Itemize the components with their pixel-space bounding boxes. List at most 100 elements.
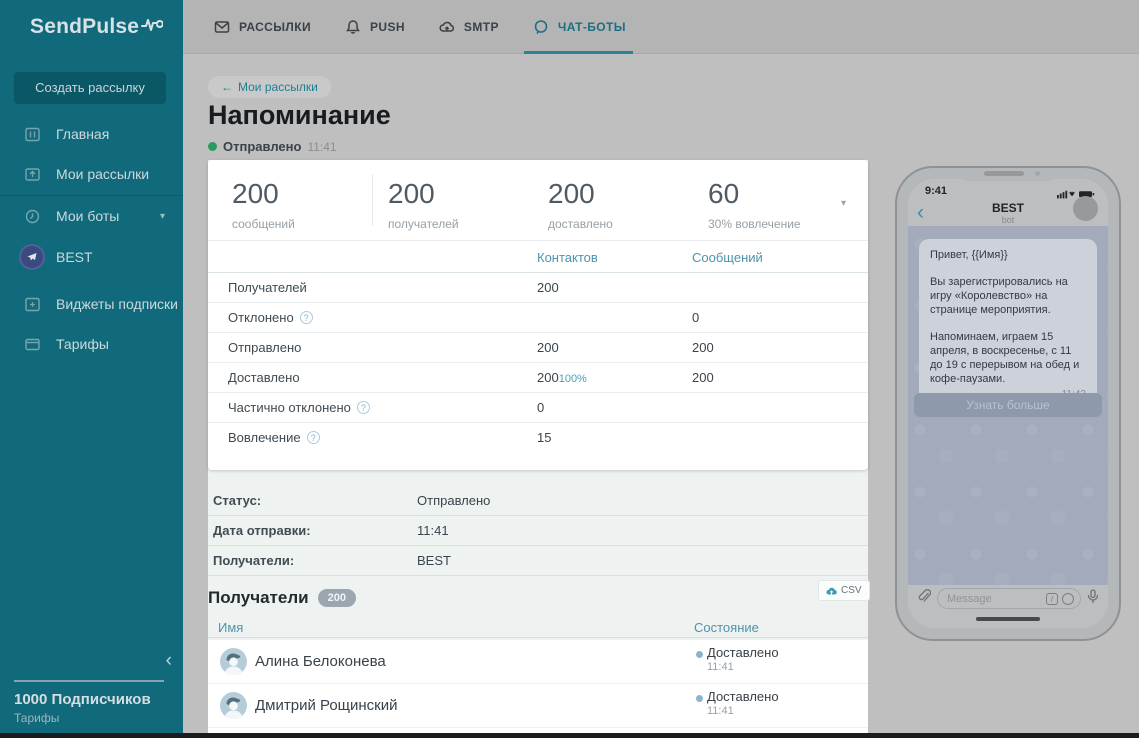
delivery-percent: 100%	[559, 373, 587, 385]
stat-label: получателей	[388, 217, 538, 231]
sidebar-item-label: Мои рассылки	[56, 166, 149, 182]
detail-value: BEST	[417, 546, 451, 576]
paperclip-icon	[917, 589, 931, 609]
detail-label: Статус:	[213, 486, 261, 516]
detail-label: Получатели:	[213, 546, 294, 576]
bottom-edge-bar	[0, 733, 1139, 738]
sidebar-collapse-icon[interactable]: ‹	[166, 650, 172, 672]
recipient-row[interactable]: Дмитрий Рощинский Доставлено 11:41	[208, 684, 868, 727]
help-icon[interactable]: ?	[307, 431, 320, 444]
avatar	[220, 648, 247, 675]
logo-text: SendPulse	[30, 15, 139, 39]
campaign-details: Статус: Отправлено Дата отправки: 11:41 …	[208, 470, 868, 576]
cloud-upload-icon	[826, 586, 837, 596]
message-paragraph: Вы зарегистрировались на игру «Королевст…	[930, 275, 1086, 317]
stat-value: 200	[232, 178, 382, 210]
detail-value: Отправлено	[417, 486, 490, 516]
status-dot-icon	[208, 142, 217, 151]
sidebar-item-my-bots[interactable]: Мои боты ▾	[0, 196, 183, 236]
recipient-row[interactable]: Алина Белоконева Доставлено 11:41	[208, 640, 868, 683]
sidebar-item-my-campaigns[interactable]: Мои рассылки	[0, 154, 183, 194]
tab-chatbots[interactable]: ЧАТ-БОТЫ	[533, 0, 626, 53]
message-paragraph: Напоминаем, играем 15 апреля, в воскресе…	[930, 330, 1086, 386]
camera-icon	[1035, 171, 1040, 176]
stat-messages: 200 сообщений	[232, 178, 382, 231]
pulse-icon	[139, 15, 163, 39]
bot-commands-icon: /	[1046, 593, 1058, 605]
tab-label: РАССЫЛКИ	[239, 20, 311, 34]
sidebar-item-label: Мои боты	[56, 208, 119, 224]
stat-engagement: 60 30% вовлечение	[708, 178, 858, 231]
help-icon[interactable]: ?	[357, 401, 370, 414]
breadcrumb-label: Мои рассылки	[238, 80, 318, 94]
sidebar-item-subscription-widgets[interactable]: Виджеты подписки	[0, 284, 183, 324]
detail-row: Дата отправки: 11:41	[208, 516, 868, 546]
row-label: Получателей	[228, 273, 307, 303]
stats-card: 200 сообщений 200 получателей 200 достав…	[208, 160, 868, 470]
recipients-title: Получатели	[208, 588, 309, 608]
recipients-count-badge: 200	[318, 589, 356, 607]
column-state: Состояние	[694, 620, 759, 635]
chat-bubble-icon	[533, 19, 549, 35]
page-title: Напоминание	[208, 100, 391, 131]
sendpulse-logo[interactable]: SendPulse	[0, 0, 183, 54]
top-navigation: РАССЫЛКИ PUSH SMTP ЧАТ-БОТЫ	[183, 0, 1139, 54]
sidebar-item-label: Виджеты подписки	[56, 296, 178, 312]
recipient-status: Доставлено	[707, 689, 779, 704]
sidebar-item-pricing[interactable]: Тарифы	[0, 324, 183, 364]
delivered-dot-icon	[696, 695, 703, 702]
row-label: Отклонено?	[228, 303, 313, 333]
sidebar-item-label: Тарифы	[56, 336, 109, 352]
tab-push[interactable]: PUSH	[345, 0, 405, 53]
table-row: Отправлено 200 200	[208, 333, 868, 363]
campaigns-icon	[24, 166, 41, 183]
bot-avatar	[21, 246, 43, 268]
chat-message-bubble: Привет, {{Имя}} Вы зарегистрировались на…	[919, 239, 1097, 408]
stat-label: 30% вовлечение	[708, 217, 858, 231]
sidebar-item-home[interactable]: Главная	[0, 114, 183, 154]
recipient-name: Алина Белоконева	[255, 640, 386, 683]
learn-more-button: Узнать больше	[914, 393, 1102, 417]
stats-dropdown-icon[interactable]: ▾	[841, 198, 846, 209]
stat-label: доставлено	[548, 217, 698, 231]
pricing-link[interactable]: Тарифы	[14, 711, 59, 725]
stats-table-header: Контактов Сообщений	[208, 241, 868, 273]
tab-smtp[interactable]: SMTP	[439, 0, 499, 53]
tab-campaigns[interactable]: РАССЫЛКИ	[214, 0, 311, 53]
table-row: Отклонено? 0	[208, 303, 868, 333]
delivered-dot-icon	[696, 651, 703, 658]
row-label: Отправлено	[228, 333, 301, 363]
breadcrumb[interactable]: ←Мои рассылки	[208, 76, 331, 98]
contacts-value: 0	[537, 393, 544, 423]
phone-input-bar: Message /	[908, 585, 1108, 612]
column-contacts: Контактов	[537, 250, 598, 265]
speaker-icon	[984, 171, 1024, 176]
recipient-name: Дмитрий Рощинский	[255, 684, 398, 727]
history-icon	[24, 208, 41, 225]
campaign-status: Отправлено 11:41	[208, 139, 337, 154]
list-header-divider	[208, 637, 868, 638]
phone-screen: 9:41 ‹ BEST bot Привет, {{Имя}} Вы зарег…	[908, 179, 1108, 628]
sidebar-item-bot-best[interactable]: BEST	[0, 237, 183, 277]
stat-delivered: 200 доставлено	[548, 178, 698, 231]
stats-table: Контактов Сообщений Получателей 200 Откл…	[208, 240, 868, 453]
phone-preview: 9:41 ‹ BEST bot Привет, {{Имя}} Вы зарег…	[895, 166, 1121, 641]
sidebar-item-label: BEST	[56, 249, 93, 265]
stat-divider	[372, 174, 373, 226]
help-icon[interactable]: ?	[300, 311, 313, 324]
export-csv-button[interactable]: CSV	[818, 580, 870, 601]
stat-value: 60	[708, 178, 858, 210]
detail-value: 11:41	[417, 516, 449, 546]
microphone-icon	[1087, 589, 1099, 609]
phone-chat-area: Привет, {{Имя}} Вы зарегистрировались на…	[908, 226, 1108, 585]
table-row: Получателей 200	[208, 273, 868, 303]
create-campaign-button[interactable]: Создать рассылку	[14, 72, 166, 104]
sidebar-item-label: Главная	[56, 126, 109, 142]
phone-notch	[960, 168, 1056, 181]
contacts-value: 200100%	[537, 363, 587, 394]
envelope-icon	[214, 19, 230, 35]
stat-label: сообщений	[232, 217, 382, 231]
phone-bot-avatar	[1073, 196, 1098, 221]
dashboard-icon	[24, 126, 41, 143]
column-messages: Сообщений	[692, 250, 763, 265]
